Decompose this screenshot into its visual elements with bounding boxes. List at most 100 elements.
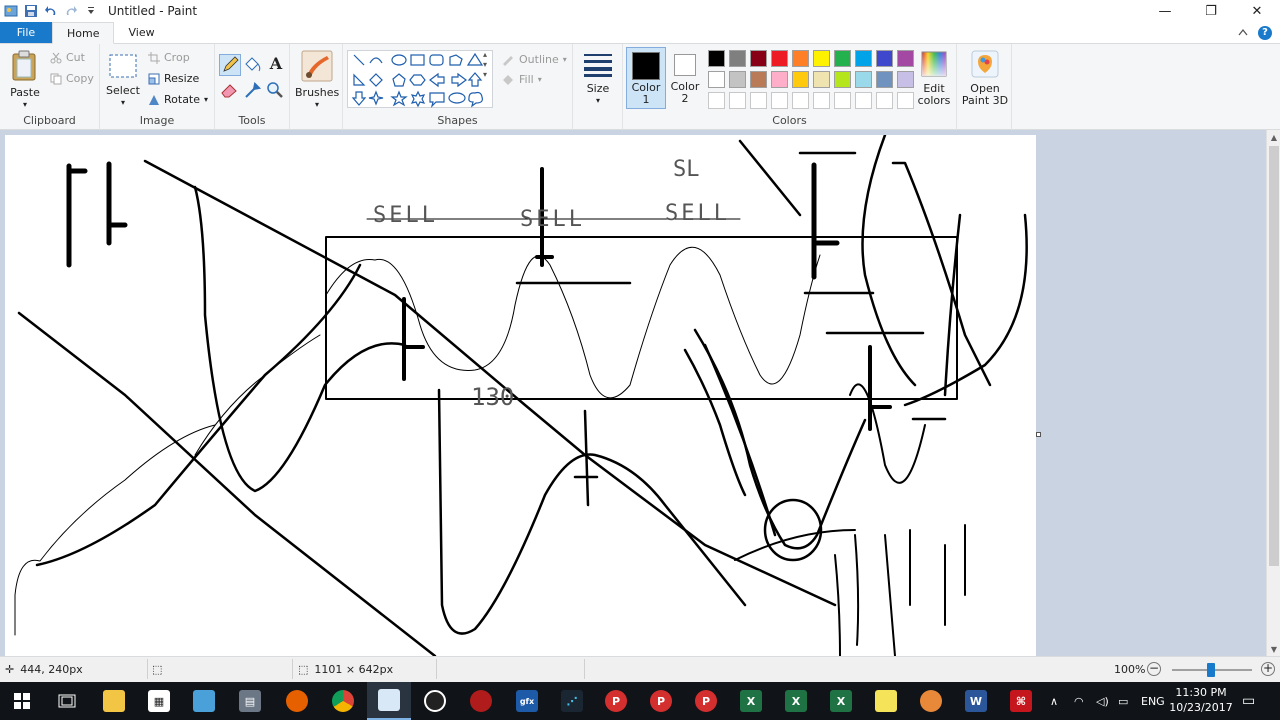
palette-color-swatch[interactable] xyxy=(750,50,767,67)
taskbar-word[interactable]: W xyxy=(954,682,998,720)
save-icon[interactable] xyxy=(24,4,38,18)
magnifier-tool[interactable] xyxy=(265,80,287,102)
tab-view[interactable]: View xyxy=(114,22,168,43)
palette-color-swatch[interactable] xyxy=(855,50,872,67)
palette-color-swatch[interactable] xyxy=(708,71,725,88)
redo-icon[interactable] xyxy=(64,4,78,18)
copy-button[interactable]: Copy xyxy=(50,72,94,85)
palette-color-swatch[interactable] xyxy=(708,50,725,67)
select-button[interactable]: Select ▾ xyxy=(106,52,140,109)
color2-button[interactable]: Color 2 xyxy=(667,47,703,109)
battery-icon[interactable]: ▭ xyxy=(1118,682,1128,720)
edit-colors-button[interactable]: Edit colors xyxy=(915,50,953,107)
zoom-in-icon[interactable]: + xyxy=(1261,662,1275,676)
cut-button[interactable]: Cut xyxy=(50,51,85,64)
palette-color-swatch[interactable] xyxy=(813,50,830,67)
shapes-scroll-icon[interactable]: ▴ ▾ ▾ xyxy=(483,50,487,80)
taskbar-pdf-1[interactable]: P xyxy=(594,682,638,720)
close-button[interactable]: ✕ xyxy=(1234,0,1280,22)
shapes-gallery[interactable] xyxy=(347,50,493,108)
taskbar-file-explorer[interactable] xyxy=(92,682,136,720)
tray-expand-icon[interactable]: ∧ xyxy=(1050,682,1058,720)
palette-custom-slot[interactable] xyxy=(729,92,746,109)
palette-custom-slot[interactable] xyxy=(771,92,788,109)
palette-color-swatch[interactable] xyxy=(897,50,914,67)
color-picker-tool[interactable] xyxy=(242,80,264,102)
palette-color-swatch[interactable] xyxy=(834,71,851,88)
resize-button[interactable]: Resize xyxy=(148,72,199,85)
palette-custom-slot[interactable] xyxy=(708,92,725,109)
taskbar-gfxm[interactable]: gfx xyxy=(505,682,549,720)
rotate-button[interactable]: Rotate ▾ xyxy=(148,93,208,106)
paint-app-icon[interactable] xyxy=(4,4,18,18)
tab-home[interactable]: Home xyxy=(52,22,115,44)
taskbar-firefox[interactable] xyxy=(275,682,319,720)
undo-icon[interactable] xyxy=(44,4,58,18)
palette-color-swatch[interactable] xyxy=(897,71,914,88)
vertical-scrollbar[interactable]: ▲ ▼ xyxy=(1266,130,1280,656)
task-view-button[interactable] xyxy=(45,682,89,720)
taskbar-app-dots[interactable]: ⋰ xyxy=(550,682,594,720)
taskbar-calculator[interactable]: ▤ xyxy=(228,682,272,720)
action-center-icon[interactable]: ▭ xyxy=(1242,682,1255,720)
customize-qat-icon[interactable] xyxy=(84,4,98,18)
tab-file[interactable]: File xyxy=(0,22,52,43)
palette-custom-slot[interactable] xyxy=(897,92,914,109)
help-icon[interactable]: ? xyxy=(1258,25,1272,40)
text-tool-icon[interactable]: A xyxy=(265,54,287,76)
palette-color-swatch[interactable] xyxy=(876,71,893,88)
taskbar-app-swirl[interactable] xyxy=(459,682,503,720)
size-button[interactable]: Size ▾ xyxy=(579,52,617,107)
canvas-resize-handle[interactable] xyxy=(1036,432,1041,437)
drawing-canvas[interactable]: SELL SELL SELL SL 130 xyxy=(5,135,1036,656)
zoom-slider-thumb[interactable] xyxy=(1207,663,1215,677)
taskbar-app-flower[interactable] xyxy=(909,682,953,720)
taskbar-paint[interactable] xyxy=(367,682,411,720)
color1-button[interactable]: Color 1 xyxy=(626,47,666,109)
zoom-out-icon[interactable]: − xyxy=(1147,662,1161,676)
taskbar-excel-3[interactable]: X xyxy=(819,682,863,720)
start-button[interactable] xyxy=(0,682,44,720)
palette-custom-slot[interactable] xyxy=(855,92,872,109)
scrollbar-thumb[interactable] xyxy=(1269,146,1279,566)
palette-color-swatch[interactable] xyxy=(792,71,809,88)
palette-custom-slot[interactable] xyxy=(750,92,767,109)
scroll-down-icon[interactable]: ▼ xyxy=(1267,642,1280,656)
taskbar-excel-2[interactable]: X xyxy=(774,682,818,720)
taskbar-sticky-notes[interactable] xyxy=(864,682,908,720)
taskbar-maps[interactable] xyxy=(413,682,457,720)
palette-color-swatch[interactable] xyxy=(834,50,851,67)
taskbar-excel-1[interactable]: X xyxy=(729,682,773,720)
palette-custom-slot[interactable] xyxy=(813,92,830,109)
volume-icon[interactable]: ◁) xyxy=(1096,682,1109,720)
taskbar-store[interactable]: ▦ xyxy=(137,682,181,720)
scroll-up-icon[interactable]: ▲ xyxy=(1267,130,1280,144)
palette-custom-slot[interactable] xyxy=(876,92,893,109)
taskbar-pdf-2[interactable]: P xyxy=(639,682,683,720)
network-icon[interactable]: ◠ xyxy=(1074,682,1084,720)
taskbar-clock[interactable]: 11:30 PM 10/23/2017 xyxy=(1168,685,1234,715)
fill-tool[interactable] xyxy=(242,54,264,76)
palette-color-swatch[interactable] xyxy=(771,71,788,88)
taskbar-pdf-3[interactable]: P xyxy=(684,682,728,720)
palette-color-swatch[interactable] xyxy=(729,50,746,67)
eraser-tool[interactable] xyxy=(219,80,241,102)
palette-custom-slot[interactable] xyxy=(834,92,851,109)
maximize-button[interactable]: ❐ xyxy=(1188,0,1234,22)
fill-button[interactable]: Fill ▾ xyxy=(501,72,542,86)
minimize-button[interactable]: — xyxy=(1142,0,1188,22)
crop-button[interactable]: Crop xyxy=(148,51,190,64)
open-paint3d-button[interactable]: Open Paint 3D xyxy=(960,50,1010,107)
taskbar-chrome[interactable] xyxy=(321,682,365,720)
palette-color-swatch[interactable] xyxy=(750,71,767,88)
palette-color-swatch[interactable] xyxy=(876,50,893,67)
palette-color-swatch[interactable] xyxy=(813,71,830,88)
palette-custom-slot[interactable] xyxy=(792,92,809,109)
outline-button[interactable]: Outline ▾ xyxy=(501,52,567,66)
taskbar-app-cube[interactable] xyxy=(182,682,226,720)
palette-color-swatch[interactable] xyxy=(855,71,872,88)
paste-button[interactable]: Paste ▾ xyxy=(6,50,44,111)
palette-color-swatch[interactable] xyxy=(771,50,788,67)
language-indicator[interactable]: ENG xyxy=(1141,682,1165,720)
brushes-button[interactable]: Brushes ▾ xyxy=(295,50,339,111)
